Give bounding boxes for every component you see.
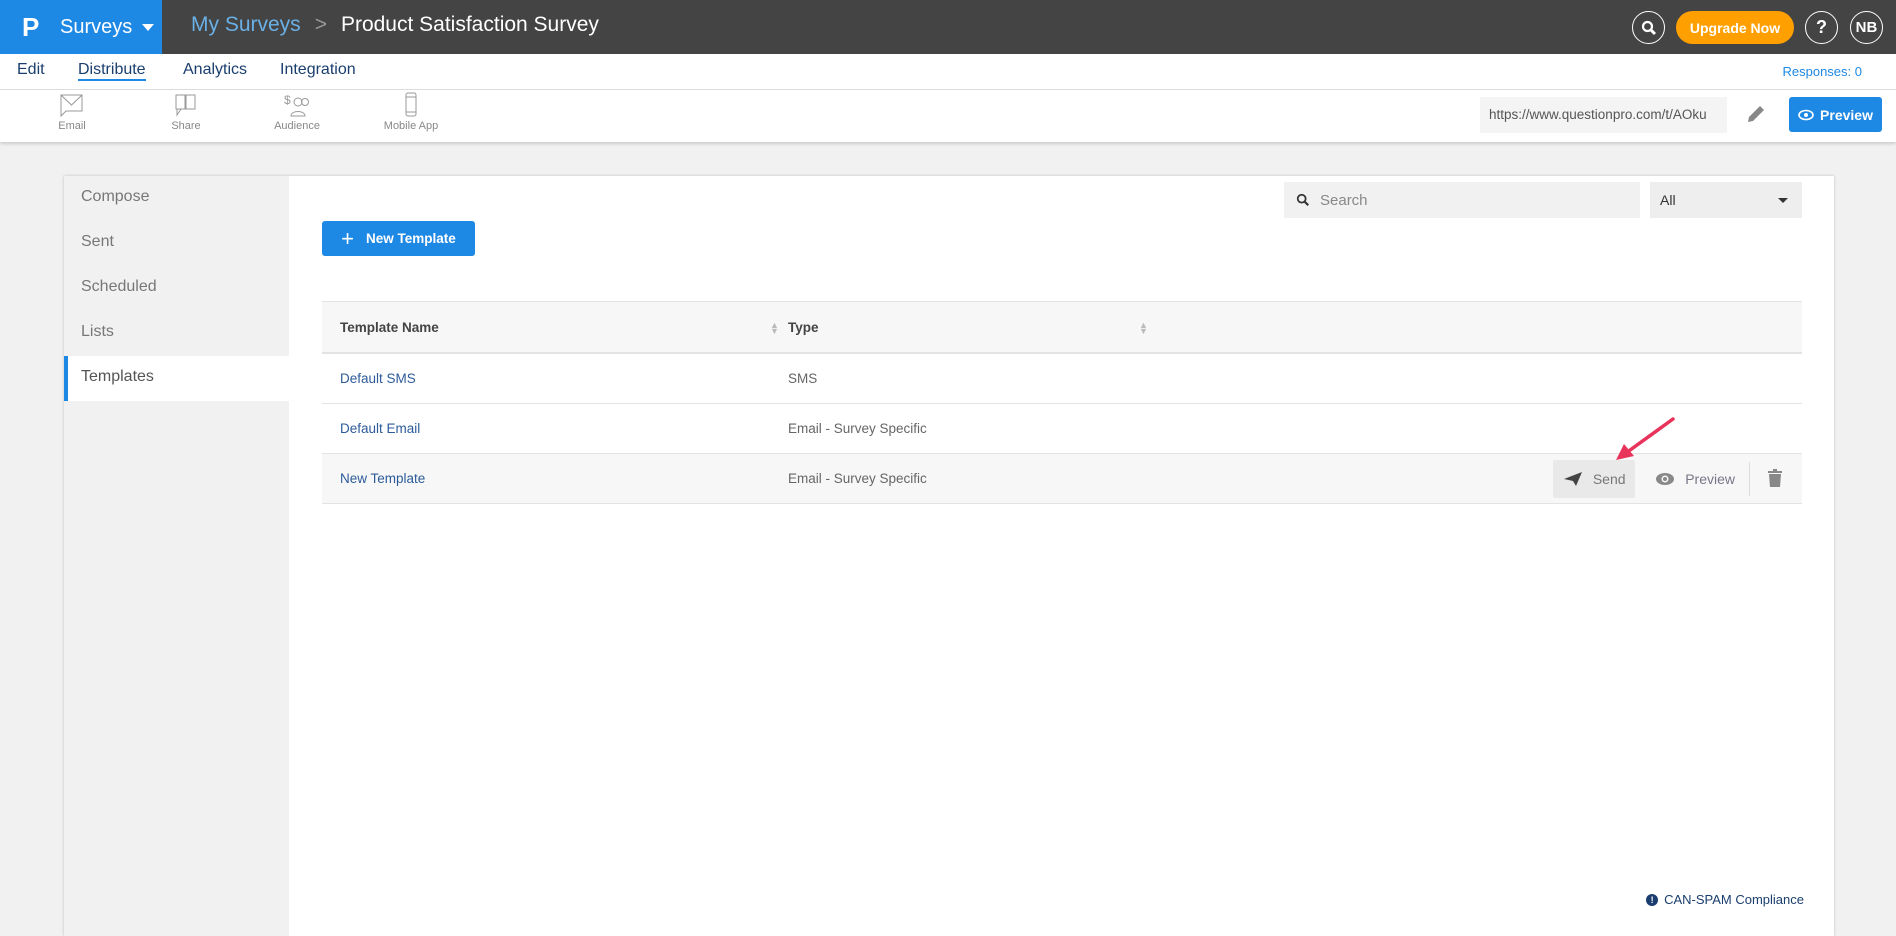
plus-icon: + bbox=[341, 225, 355, 251]
audience-icon: $ bbox=[284, 93, 309, 117]
annotation-arrow-icon bbox=[1616, 417, 1675, 460]
sidebar-item-compose[interactable]: Compose bbox=[64, 176, 289, 221]
avatar[interactable]: NB bbox=[1850, 11, 1883, 44]
preview-label: Preview bbox=[1820, 106, 1873, 123]
sidebar-item-scheduled[interactable]: Scheduled bbox=[64, 266, 289, 311]
new-template-label: New Template bbox=[366, 231, 456, 246]
tool-label: Email bbox=[58, 120, 86, 132]
eye-icon bbox=[1656, 473, 1675, 485]
breadcrumb: My Surveys > Product Satisfaction Survey bbox=[191, 13, 599, 37]
search-icon bbox=[1296, 193, 1310, 207]
template-name[interactable]: Default Email bbox=[340, 421, 420, 436]
sort-icon[interactable]: ▲ ▼ bbox=[770, 321, 779, 336]
type-filter-select[interactable]: All bbox=[1650, 182, 1802, 218]
chevron-down-icon bbox=[1778, 198, 1788, 203]
tab-distribute[interactable]: Distribute bbox=[78, 61, 146, 81]
main-nav: Edit Distribute Analytics Integration Re… bbox=[0, 54, 1896, 90]
filter-value: All bbox=[1660, 192, 1676, 208]
send-button[interactable]: Send bbox=[1553, 460, 1636, 498]
row-preview-button[interactable]: Preview bbox=[1635, 462, 1750, 496]
breadcrumb-my-surveys[interactable]: My Surveys bbox=[191, 13, 301, 37]
tool-label: Mobile App bbox=[383, 120, 439, 132]
help-button[interactable]: ? bbox=[1805, 11, 1838, 44]
search-placeholder: Search bbox=[1320, 191, 1368, 209]
trash-icon bbox=[1768, 468, 1782, 487]
send-label: Send bbox=[1592, 471, 1626, 487]
eye-icon bbox=[1798, 109, 1814, 120]
svg-text:$: $ bbox=[284, 93, 291, 107]
can-spam-compliance-link[interactable]: ! CAN-SPAM Compliance bbox=[1646, 892, 1804, 907]
template-type: SMS bbox=[788, 371, 818, 386]
delete-button[interactable] bbox=[1750, 468, 1802, 490]
questionpro-logo: P bbox=[22, 11, 40, 42]
tool-audience[interactable]: $ Audience bbox=[252, 92, 342, 132]
sidebar-item-templates[interactable]: Templates bbox=[64, 356, 289, 401]
table-row[interactable]: Default Email Email - Survey Specific bbox=[322, 404, 1802, 454]
surveys-menu[interactable]: P Surveys bbox=[0, 0, 162, 54]
tab-edit[interactable]: Edit bbox=[17, 61, 45, 79]
search-icon bbox=[1641, 20, 1656, 35]
tool-mobile-app[interactable]: Mobile App bbox=[366, 92, 456, 132]
mobile-icon bbox=[405, 92, 417, 117]
search-button[interactable] bbox=[1632, 11, 1665, 44]
table-row[interactable]: Default SMS SMS bbox=[322, 354, 1802, 404]
survey-url-field[interactable]: https://www.questionpro.com/t/AOku bbox=[1480, 97, 1727, 133]
table-header: Template Name ▲ ▼ Type ▲ ▼ bbox=[322, 301, 1802, 354]
templates-table: Template Name ▲ ▼ Type ▲ ▼ Default SMS SMS… bbox=[322, 301, 1802, 504]
tab-analytics[interactable]: Analytics bbox=[183, 61, 247, 79]
preview-button[interactable]: Preview bbox=[1789, 97, 1882, 132]
tool-email[interactable]: Email bbox=[27, 92, 117, 132]
column-type[interactable]: Type bbox=[788, 320, 819, 335]
top-bar: P Surveys My Surveys > Product Satisfact… bbox=[0, 0, 1896, 54]
sort-icon[interactable]: ▲ ▼ bbox=[1139, 321, 1148, 336]
page-title: Product Satisfaction Survey bbox=[340, 13, 599, 36]
edit-url-pencil-icon[interactable] bbox=[1744, 102, 1768, 126]
template-name[interactable]: Default SMS bbox=[340, 371, 416, 386]
tool-label: Share bbox=[171, 120, 201, 132]
table-row[interactable]: New Template Email - Survey Specific Sen… bbox=[322, 454, 1802, 504]
upgrade-now-button[interactable]: Upgrade Now bbox=[1676, 11, 1794, 44]
column-template-name[interactable]: Template Name bbox=[340, 320, 439, 335]
tool-share[interactable]: Share bbox=[141, 92, 231, 132]
breadcrumb-separator: > bbox=[314, 13, 327, 36]
sidebar-item-sent[interactable]: Sent bbox=[64, 221, 289, 266]
responses-count[interactable]: Responses: 0 bbox=[1783, 64, 1863, 79]
app-name: Surveys bbox=[60, 15, 133, 38]
email-icon bbox=[60, 94, 83, 118]
template-name[interactable]: New Template bbox=[340, 471, 425, 486]
info-icon: ! bbox=[1646, 893, 1659, 906]
tab-integration[interactable]: Integration bbox=[280, 61, 356, 79]
share-icon bbox=[175, 94, 196, 117]
new-template-button[interactable]: + New Template bbox=[322, 221, 475, 256]
tool-label: Audience bbox=[274, 120, 320, 132]
search-input[interactable]: Search bbox=[1284, 182, 1640, 218]
row-actions: Send Preview bbox=[1553, 460, 1802, 498]
templates-card: Compose Sent Scheduled Lists Templates S… bbox=[64, 176, 1834, 936]
paper-plane-icon bbox=[1563, 472, 1582, 486]
template-type: Email - Survey Specific bbox=[788, 471, 927, 486]
can-spam-label: CAN-SPAM Compliance bbox=[1664, 892, 1804, 907]
chevron-down-icon bbox=[142, 23, 155, 31]
preview-label: Preview bbox=[1685, 471, 1735, 487]
sidebar-item-lists[interactable]: Lists bbox=[64, 311, 289, 356]
template-type: Email - Survey Specific bbox=[788, 421, 927, 436]
sidebar: Compose Sent Scheduled Lists Templates bbox=[64, 176, 289, 936]
